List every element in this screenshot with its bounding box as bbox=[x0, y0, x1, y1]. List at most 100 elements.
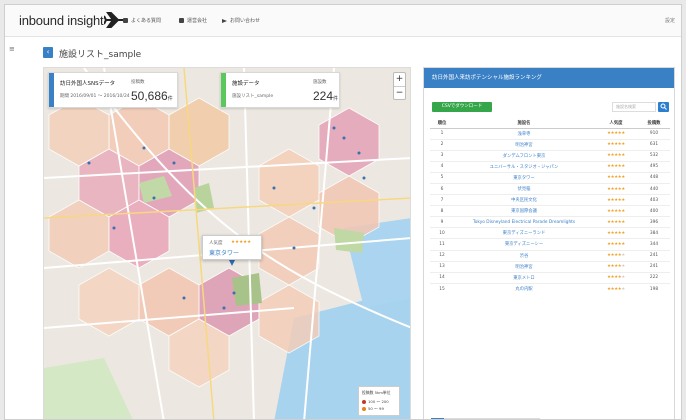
facility-name-link[interactable]: ユニバーサル・スタジオ・ジャパン bbox=[454, 160, 594, 173]
star-rating: ★★★★★ bbox=[594, 227, 638, 239]
table-header-row: 順位 施設名 人気度 投稿数 bbox=[430, 118, 670, 129]
post-count-cell: 910 bbox=[638, 127, 670, 140]
facility-name-link[interactable]: 東京タワー bbox=[454, 171, 594, 184]
table-row: 13 明治神宮 ★★★★★ 241 bbox=[430, 260, 670, 273]
map-legend: 投稿数 5km単位 100 ～ 200 50 ～ 99 bbox=[358, 386, 400, 416]
rank-cell: 3 bbox=[430, 149, 454, 162]
post-count-cell: 198 bbox=[638, 282, 670, 295]
star-rating: ★★★★★ bbox=[594, 160, 638, 173]
star-rating: ★★★★★ bbox=[594, 194, 638, 206]
col-popularity[interactable]: 人気度 bbox=[594, 118, 638, 129]
star-rating: ★★★★★ bbox=[594, 149, 638, 162]
rank-cell: 11 bbox=[430, 238, 454, 251]
sns-post-count: 50,686件 bbox=[131, 89, 173, 103]
zoom-out-button[interactable]: − bbox=[394, 86, 405, 99]
star-rating: ★★★★★ bbox=[594, 216, 638, 228]
rank-cell: 4 bbox=[430, 160, 454, 173]
map-view[interactable]: 訪日外国人SNSデータ 期間 2016/09/01 ～ 2016/10/24 投… bbox=[43, 67, 411, 419]
post-count-cell: 241 bbox=[638, 260, 670, 273]
rank-cell: 2 bbox=[430, 138, 454, 151]
facility-name-link[interactable]: 渋谷 bbox=[454, 249, 594, 262]
table-row: 9 Tokyo Disneyland Electrical Parade Drea… bbox=[430, 216, 670, 228]
star-rating: ★★★★★ bbox=[594, 127, 638, 140]
zoom-in-button[interactable]: + bbox=[394, 73, 405, 86]
facility-name-link[interactable]: 浅草寺 bbox=[454, 127, 594, 140]
table-row: 14 東京メトロ ★★★★★ 222 bbox=[430, 271, 670, 284]
post-count-cell: 440 bbox=[638, 182, 670, 195]
table-row: 1 浅草寺 ★★★★★ 910 bbox=[430, 127, 670, 140]
question-icon bbox=[123, 18, 128, 23]
facility-name-link[interactable]: 明治神宮 bbox=[454, 138, 594, 151]
post-count-cell: 400 bbox=[638, 205, 670, 217]
facility-name-link[interactable]: 東京メトロ bbox=[454, 271, 594, 284]
star-rating: ★★★★★ bbox=[594, 282, 638, 295]
post-count-cell: 396 bbox=[638, 216, 670, 228]
table-row: 2 明治神宮 ★★★★★ 631 bbox=[430, 138, 670, 151]
post-count-cell: 403 bbox=[638, 194, 670, 206]
legend-item: 100 ～ 200 bbox=[362, 399, 396, 405]
table-row: 10 東京ディズニーランド ★★★★★ 384 bbox=[430, 227, 670, 239]
table-row: 11 東京ディズニーシー ★★★★★ 344 bbox=[430, 238, 670, 251]
rank-cell: 7 bbox=[430, 194, 454, 206]
table-row: 3 ダンデムフロント東京 ★★★★★ 532 bbox=[430, 149, 670, 162]
rank-cell: 9 bbox=[430, 216, 454, 228]
legend-item: 50 ～ 99 bbox=[362, 406, 396, 412]
table-row: 12 渋谷 ★★★★★ 241 bbox=[430, 249, 670, 262]
rank-cell: 5 bbox=[430, 171, 454, 184]
rank-cell: 14 bbox=[430, 271, 454, 284]
table-row: 6 伏見稲 ★★★★★ 440 bbox=[430, 182, 670, 195]
table-row: 4 ユニバーサル・スタジオ・ジャパン ★★★★★ 495 bbox=[430, 160, 670, 173]
building-icon bbox=[179, 18, 184, 23]
map-popup[interactable]: 人気度 ★★★★★ 東京タワー bbox=[202, 235, 262, 260]
star-rating: ★★★★★ bbox=[594, 249, 638, 262]
facility-name-link[interactable]: 東京ディズニーランド bbox=[454, 227, 594, 239]
facility-name-link[interactable]: 丸の内駅 bbox=[454, 282, 594, 295]
post-count-cell: 448 bbox=[638, 171, 670, 184]
search-icon bbox=[660, 103, 667, 110]
facility-name-link[interactable]: Tokyo Disneyland Electrical Parade Dream… bbox=[454, 216, 594, 228]
star-rating: ★★★★★ bbox=[594, 182, 638, 195]
facility-name-link[interactable]: 伏見稲 bbox=[454, 182, 594, 195]
rank-cell: 12 bbox=[430, 249, 454, 262]
star-rating: ★★★★★ bbox=[594, 138, 638, 151]
rank-cell: 1 bbox=[430, 127, 454, 140]
facility-count: 224件 bbox=[313, 89, 339, 103]
nav-contact[interactable]: お問い合わせ bbox=[222, 17, 260, 24]
star-rating: ★★★★★ bbox=[231, 240, 252, 245]
facility-name-link[interactable]: ダンデムフロント東京 bbox=[454, 149, 594, 162]
post-count-cell: 495 bbox=[638, 160, 670, 173]
star-rating: ★★★★★ bbox=[594, 238, 638, 251]
send-icon bbox=[222, 18, 227, 23]
post-count-cell: 222 bbox=[638, 271, 670, 284]
app-logo[interactable]: inbound insight bbox=[19, 13, 104, 28]
facility-name-link[interactable]: 東京国際会議 bbox=[454, 205, 594, 217]
nav-faq[interactable]: よくある質問 bbox=[123, 17, 161, 24]
post-count-cell: 344 bbox=[638, 238, 670, 251]
table-row: 5 東京タワー ★★★★★ 448 bbox=[430, 171, 670, 184]
ranking-table: 順位 施設名 人気度 投稿数 1 浅草寺 ★★★★★ 910 2 明治神宮 ★★★★★ 631… bbox=[430, 118, 670, 295]
page-title: 施設リスト_sample bbox=[59, 50, 142, 60]
popup-facility-name[interactable]: 東京タワー bbox=[209, 248, 239, 257]
col-name[interactable]: 施設名 bbox=[454, 118, 594, 129]
star-rating: ★★★★★ bbox=[594, 260, 638, 273]
facility-name-link[interactable]: 中央区民文化 bbox=[454, 194, 594, 206]
facility-name-link[interactable]: 明治神宮 bbox=[454, 260, 594, 273]
star-rating: ★★★★★ bbox=[594, 271, 638, 284]
back-icon[interactable]: ‹ bbox=[43, 47, 53, 58]
nav-company[interactable]: 運営会社 bbox=[179, 17, 207, 24]
rank-cell: 15 bbox=[430, 282, 454, 295]
settings-link[interactable]: 設定 bbox=[665, 17, 675, 24]
csv-download-button[interactable]: CSVでダウンロード bbox=[432, 102, 492, 112]
facility-name-link[interactable]: 東京ディズニーシー bbox=[454, 238, 594, 251]
table-row: 8 東京国際会議 ★★★★★ 400 bbox=[430, 205, 670, 217]
search-button[interactable] bbox=[658, 102, 669, 112]
post-count-cell: 532 bbox=[638, 149, 670, 162]
col-rank[interactable]: 順位 bbox=[430, 118, 454, 129]
app-window: inbound insight よくある質問 運営会社 お問い合わせ 設定 ≡ … bbox=[4, 4, 682, 420]
post-count-cell: 384 bbox=[638, 227, 670, 239]
sidebar-toggle-icon[interactable]: ≡ bbox=[9, 45, 15, 53]
rank-cell: 10 bbox=[430, 227, 454, 239]
facility-search-input[interactable]: 施設名検索 bbox=[612, 102, 656, 112]
rank-cell: 13 bbox=[430, 260, 454, 273]
col-posts[interactable]: 投稿数 bbox=[638, 118, 670, 129]
